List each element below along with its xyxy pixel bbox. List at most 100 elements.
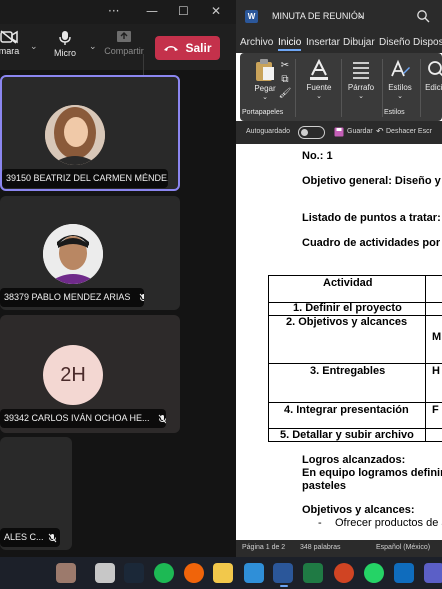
font-button[interactable]: Fuente ⌄ (302, 58, 336, 100)
maximize-button[interactable]: ☐ (178, 4, 189, 18)
clipboard-icon (256, 59, 274, 81)
format-painter-icon[interactable]: 🖌 (278, 87, 292, 101)
tab-dibujar[interactable]: Dibujar (343, 37, 375, 48)
hang-up-icon (164, 46, 179, 51)
minimize-button[interactable]: — (146, 4, 158, 18)
word-count[interactable]: 348 palabras (300, 544, 340, 551)
tab-diseno[interactable]: Diseño (379, 37, 410, 48)
powerpoint-icon[interactable] (334, 563, 354, 583)
page-count[interactable]: Página 1 de 2 (242, 544, 285, 551)
mic-button[interactable]: Micro (50, 30, 80, 58)
close-button[interactable]: ✕ (211, 4, 221, 18)
font-icon (310, 58, 328, 80)
desktop-app-icon[interactable] (95, 563, 115, 583)
participant-tile[interactable]: 2H 39342 CARLOS IVÁN OCHOA HE... (0, 315, 180, 433)
achievements-heading: Logros alcanzados: (302, 454, 406, 466)
quick-access-toolbar: Autoguardado Guardar ↶ Deshacer Escr (236, 121, 442, 144)
participant-photo (45, 105, 105, 165)
participant-name: 39342 CARLOS IVÁN OCHOA HE... (4, 413, 150, 423)
styles-group-label: Estilos (384, 109, 405, 116)
scope-item: Ofrecer productos de a (335, 517, 442, 529)
tab-disposicion[interactable]: Disposi (413, 37, 442, 48)
participant-nameplate: 38379 PABLO MENDEZ ARIAS (0, 288, 144, 307)
title-dropdown-chevron-icon[interactable]: ⌄ (357, 10, 365, 21)
table-row: 1. Definir el proyecto (293, 302, 402, 314)
minute-number: No.: 1 (302, 150, 333, 162)
excel-icon[interactable] (303, 563, 323, 583)
search-icon[interactable] (416, 9, 430, 23)
ribbon-tabs: Archivo Inicio Insertar Dibujar Diseño D… (236, 33, 442, 53)
steam-icon[interactable] (124, 563, 144, 583)
file-explorer-icon[interactable] (213, 563, 233, 583)
user-photo-taskbar-icon[interactable] (56, 563, 76, 583)
leave-button[interactable]: Salir (155, 36, 220, 60)
autosave-toggle[interactable] (298, 126, 325, 139)
document-page[interactable]: No.: 1 Objetivo general: Diseño y Listad… (236, 144, 442, 540)
tab-archivo[interactable]: Archivo (240, 37, 273, 48)
undo-label[interactable]: Deshacer Escr (386, 128, 432, 135)
participant-name: 39150 BEATRIZ DEL CARMEN MÉNDE... (2, 169, 168, 188)
paragraph-button[interactable]: Párrafo ⌄ (344, 59, 378, 100)
teams-taskbar-icon[interactable] (424, 563, 442, 583)
teams-titlebar: ··· — ☐ ✕ (0, 0, 236, 24)
ribbon: Pegar ⌄ ✂ ⧉ 🖌 Portapapeles Fuente ⌄ Párr… (240, 53, 442, 121)
camera-label: mara (0, 46, 20, 56)
participant-nameplate: 39342 CARLOS IVÁN OCHOA HE... (0, 409, 166, 428)
camera-icon (0, 30, 18, 44)
desktop: ··· — ☐ ✕ mara ⌄ Micro ⌄ Compartir Salir… (0, 0, 442, 589)
mic-muted-icon (48, 533, 57, 542)
camera-button[interactable]: mara (0, 30, 24, 56)
save-icon[interactable] (334, 127, 344, 137)
spotify-icon[interactable] (154, 563, 174, 583)
more-options-icon[interactable]: ··· (108, 4, 119, 18)
outlook-icon[interactable] (394, 563, 414, 583)
paste-button[interactable]: Pegar ⌄ (248, 58, 282, 101)
table-row: 2. Objetivos y alcances (286, 316, 408, 328)
achievements-text-continued: pasteles (302, 480, 347, 492)
music-app-icon[interactable] (184, 563, 204, 583)
taskbar (0, 557, 442, 589)
tab-insertar[interactable]: Insertar (306, 37, 340, 48)
save-label[interactable]: Guardar (347, 128, 373, 135)
participant-initials: 2H (60, 364, 86, 386)
camera-options-chevron-icon[interactable]: ⌄ (30, 41, 38, 52)
word-logo-icon: W (245, 10, 258, 23)
profile-photo-icon (43, 224, 103, 284)
table-row: 3. Entregables (310, 365, 386, 377)
language-indicator[interactable]: Español (México) (376, 544, 430, 551)
whatsapp-icon[interactable] (364, 563, 384, 583)
clipboard-group-label: Portapapeles (242, 109, 284, 116)
editing-button[interactable]: Edició (422, 59, 442, 92)
styles-button[interactable]: Estilos ⌄ (384, 59, 416, 100)
share-button[interactable]: Compartir (104, 30, 144, 56)
teams-meeting-window: ··· — ☐ ✕ mara ⌄ Micro ⌄ Compartir Salir… (0, 0, 236, 557)
share-icon (117, 31, 131, 42)
mic-muted-icon (158, 414, 166, 423)
cut-icon[interactable]: ✂ (278, 59, 292, 73)
mic-options-chevron-icon[interactable]: ⌄ (89, 41, 97, 52)
microphone-icon (59, 31, 71, 45)
autosave-label: Autoguardado (246, 128, 290, 135)
table-row: 4. Integrar presentación (284, 404, 409, 416)
participant-name: ALES C... (4, 532, 44, 542)
general-objective: Objetivo general: Diseño y (302, 175, 441, 187)
undo-icon[interactable]: ↶ (376, 126, 384, 137)
font-label: Fuente (306, 83, 332, 92)
word-taskbar-icon[interactable] (273, 563, 293, 583)
participant-tile[interactable]: 39150 BEATRIZ DEL CARMEN MÉNDE... (0, 75, 180, 191)
copy-icon[interactable]: ⧉ (278, 73, 292, 87)
table-cell-right: M (432, 331, 442, 343)
status-bar: Página 1 de 2 348 palabras Español (Méxi… (236, 540, 442, 557)
participant-tile[interactable]: ALES C... (0, 437, 72, 550)
document-title[interactable]: MINUTA DE REUNIÓN (272, 11, 364, 21)
bullet-dash: - (318, 517, 322, 529)
participant-tile[interactable]: 38379 PABLO MENDEZ ARIAS (0, 196, 180, 310)
paragraph-label: Párrafo (347, 83, 375, 92)
styles-icon (391, 59, 410, 77)
participant-initials-avatar: 2H (43, 345, 103, 405)
leave-label: Salir (185, 41, 212, 55)
achievements-text: En equipo logramos definir (302, 467, 442, 479)
mail-icon[interactable] (244, 563, 264, 583)
editing-label: Edició (425, 83, 442, 92)
tab-inicio[interactable]: Inicio (278, 37, 302, 51)
